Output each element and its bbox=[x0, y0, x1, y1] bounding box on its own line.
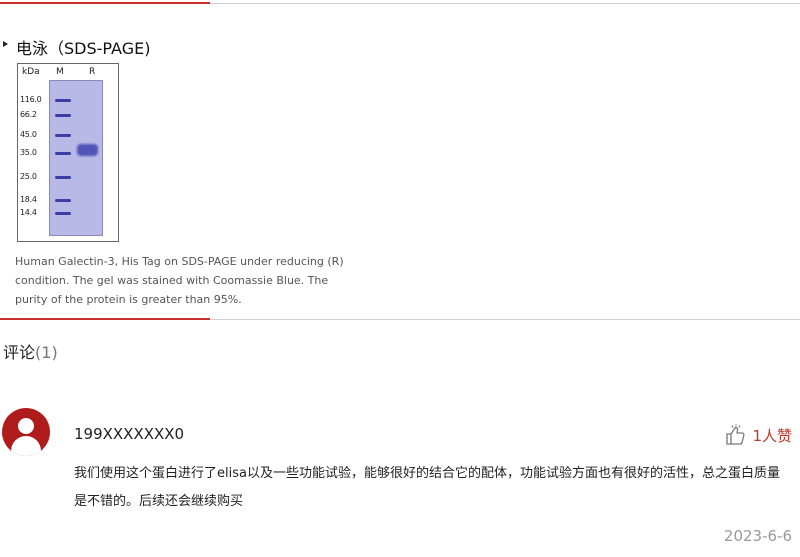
marker-label: 66.2 bbox=[20, 110, 37, 119]
triangle-bullet-icon bbox=[3, 41, 8, 47]
section-header: 电泳（SDS-PAGE) bbox=[3, 35, 150, 59]
gel-unit-label: kDa bbox=[22, 67, 40, 77]
top-divider-accent bbox=[0, 2, 210, 4]
like-count: 1人赞 bbox=[752, 426, 792, 445]
marker-label: 45.0 bbox=[20, 130, 37, 139]
comment-date: 2023-6-6 bbox=[723, 527, 792, 545]
gel-lane-m-label: M bbox=[56, 67, 64, 77]
sds-page-gel-image: kDa M R 116.0 66.2 45.0 35.0 25.0 18.4 1… bbox=[17, 63, 119, 242]
marker-band bbox=[55, 134, 71, 137]
gel-caption: Human Galectin-3, His Tag on SDS-PAGE un… bbox=[15, 255, 344, 306]
comments-divider bbox=[0, 318, 800, 320]
comments-title: 评论 bbox=[3, 343, 36, 362]
marker-band bbox=[55, 212, 71, 215]
section-title: 电泳（SDS-PAGE) bbox=[16, 39, 151, 58]
user-avatar-icon[interactable] bbox=[2, 408, 50, 456]
marker-band bbox=[55, 99, 71, 102]
marker-label: 35.0 bbox=[20, 148, 37, 157]
marker-label: 14.4 bbox=[20, 208, 37, 217]
top-divider bbox=[0, 2, 800, 4]
thumbs-up-icon bbox=[726, 424, 746, 445]
comment-body: 我们使用这个蛋白进行了elisa以及一些功能试验，能够很好的结合它的配体，功能试… bbox=[74, 466, 780, 509]
marker-band bbox=[55, 152, 71, 155]
sample-band bbox=[77, 144, 98, 156]
marker-label: 116.0 bbox=[20, 95, 42, 104]
marker-band bbox=[55, 176, 71, 179]
marker-band bbox=[55, 199, 71, 202]
comments-heading: 评论(1) bbox=[3, 339, 58, 363]
comments-divider-accent bbox=[0, 318, 210, 320]
gel-lane-r-label: R bbox=[89, 67, 96, 77]
like-button[interactable]: 1人赞 bbox=[724, 424, 792, 446]
marker-label: 18.4 bbox=[20, 195, 37, 204]
comment-username[interactable]: 199XXXXXXX0 bbox=[74, 425, 184, 443]
marker-label: 25.0 bbox=[20, 172, 37, 181]
marker-band bbox=[55, 114, 71, 117]
comments-count: (1) bbox=[35, 343, 58, 362]
